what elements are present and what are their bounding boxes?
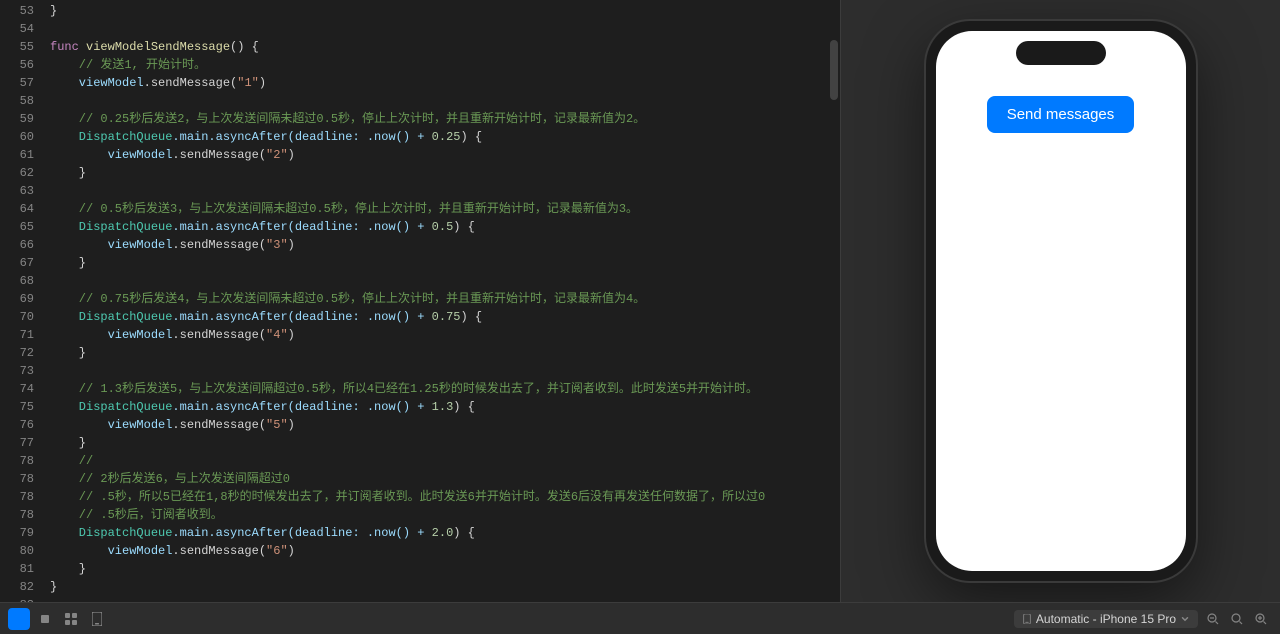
- line-number: 78: [8, 470, 34, 488]
- line-number: 71: [8, 326, 34, 344]
- run-button[interactable]: [8, 608, 30, 630]
- scrollbar-thumb[interactable]: [830, 40, 838, 100]
- code-line: [50, 272, 820, 290]
- code-line: viewModel.sendMessage("5"): [50, 416, 820, 434]
- iphone-frame: Send messages: [926, 21, 1196, 581]
- code-editor: 5354555657585960616263646566676869707172…: [0, 0, 840, 602]
- code-line: viewModel.sendMessage("3"): [50, 236, 820, 254]
- zoom-fit-button[interactable]: [1226, 608, 1248, 630]
- line-numbers: 5354555657585960616263646566676869707172…: [0, 0, 42, 602]
- line-number: 78: [8, 506, 34, 524]
- iphone-screen: Send messages: [936, 31, 1186, 571]
- code-content[interactable]: } func viewModelSendMessage() { // 发送1, …: [42, 0, 828, 602]
- device-selector[interactable]: Automatic - iPhone 15 Pro: [1014, 610, 1198, 628]
- line-number: 58: [8, 92, 34, 110]
- code-line: DispatchQueue.main.asyncAfter(deadline: …: [50, 524, 820, 542]
- line-number: 64: [8, 200, 34, 218]
- line-number: 53: [8, 2, 34, 20]
- code-line: viewModel.sendMessage("2"): [50, 146, 820, 164]
- line-number: 78: [8, 488, 34, 506]
- line-number: 65: [8, 218, 34, 236]
- code-line: }: [50, 578, 820, 596]
- line-number: 54: [8, 20, 34, 38]
- line-number: 79: [8, 524, 34, 542]
- line-number: 77: [8, 434, 34, 452]
- line-number: 56: [8, 56, 34, 74]
- line-number: 70: [8, 308, 34, 326]
- line-number: 74: [8, 380, 34, 398]
- code-line: DispatchQueue.main.asyncAfter(deadline: …: [50, 128, 820, 146]
- code-line: [50, 182, 820, 200]
- code-line: viewModel.sendMessage("1"): [50, 74, 820, 92]
- code-line: // .5秒后，订阅者收到。: [50, 506, 820, 524]
- line-number: 68: [8, 272, 34, 290]
- code-line: DispatchQueue.main.asyncAfter(deadline: …: [50, 308, 820, 326]
- line-number: 55: [8, 38, 34, 56]
- line-number: 62: [8, 164, 34, 182]
- bottom-toolbar: Automatic - iPhone 15 Pro: [0, 602, 1280, 634]
- line-number: 73: [8, 362, 34, 380]
- line-number: 76: [8, 416, 34, 434]
- line-number: 57: [8, 74, 34, 92]
- line-number: 67: [8, 254, 34, 272]
- code-line: // 1.3秒后发送5，与上次发送间隔超过0.5秒，所以4已经在1.25秒的时候…: [50, 380, 820, 398]
- code-line: }: [50, 164, 820, 182]
- code-line: [50, 596, 820, 602]
- device-button[interactable]: [86, 608, 108, 630]
- simulator-area: Send messages: [841, 0, 1280, 602]
- iphone-notch: [1016, 41, 1106, 65]
- line-number: 75: [8, 398, 34, 416]
- iphone-content: Send messages: [936, 31, 1186, 571]
- code-line: }: [50, 344, 820, 362]
- line-number: 69: [8, 290, 34, 308]
- zoom-controls: [1202, 608, 1272, 630]
- grid-button[interactable]: [60, 608, 82, 630]
- line-number: 78: [8, 452, 34, 470]
- zoom-in-button[interactable]: [1250, 608, 1272, 630]
- code-line: //: [50, 452, 820, 470]
- line-number: 82: [8, 578, 34, 596]
- line-number: 60: [8, 128, 34, 146]
- code-line: [50, 362, 820, 380]
- line-number: 80: [8, 542, 34, 560]
- code-line: // 2秒后发送6，与上次发送间隔超过0: [50, 470, 820, 488]
- code-line: // .5秒，所以5已经在1,8秒的时候发出去了，并订阅者收到。此时发送6并开始…: [50, 488, 820, 506]
- stop-button[interactable]: [34, 608, 56, 630]
- zoom-out-button[interactable]: [1202, 608, 1224, 630]
- scrollbar[interactable]: [828, 0, 840, 602]
- line-number: 81: [8, 560, 34, 578]
- device-name: Automatic - iPhone 15 Pro: [1036, 612, 1176, 626]
- code-line: // 0.5秒后发送3，与上次发送间隔未超过0.5秒，停止上次计时，并且重新开始…: [50, 200, 820, 218]
- line-number: 59: [8, 110, 34, 128]
- code-line: func viewModelSendMessage() {: [50, 38, 820, 56]
- code-line: DispatchQueue.main.asyncAfter(deadline: …: [50, 398, 820, 416]
- line-number: 61: [8, 146, 34, 164]
- code-line: }: [50, 560, 820, 578]
- send-messages-button[interactable]: Send messages: [987, 96, 1135, 133]
- code-line: [50, 92, 820, 110]
- line-number: 66: [8, 236, 34, 254]
- line-number: 72: [8, 344, 34, 362]
- code-line: }: [50, 2, 820, 20]
- code-line: viewModel.sendMessage("4"): [50, 326, 820, 344]
- code-line: // 发送1, 开始计时。: [50, 56, 820, 74]
- code-line: viewModel.sendMessage("6"): [50, 542, 820, 560]
- code-line: }: [50, 254, 820, 272]
- code-line: DispatchQueue.main.asyncAfter(deadline: …: [50, 218, 820, 236]
- line-number: 63: [8, 182, 34, 200]
- code-line: // 0.25秒后发送2，与上次发送间隔未超过0.5秒，停止上次计时，并且重新开…: [50, 110, 820, 128]
- code-line: }: [50, 434, 820, 452]
- code-line: [50, 20, 820, 38]
- code-line: // 0.75秒后发送4，与上次发送间隔未超过0.5秒，停止上次计时，并且重新开…: [50, 290, 820, 308]
